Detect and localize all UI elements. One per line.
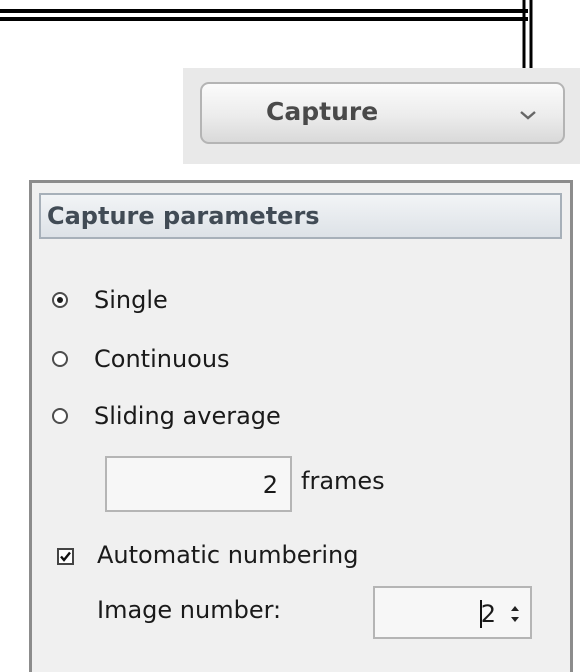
capture-toolbar: Capture (183, 68, 580, 164)
frames-unit-label: frames (301, 467, 385, 495)
capture-parameters-panel: Capture parameters Single Continuous Sli… (29, 180, 573, 672)
chevron-down-icon[interactable] (519, 109, 537, 121)
radio-label-sliding-average: Sliding average (94, 402, 281, 430)
radio-label-single: Single (94, 286, 168, 314)
radio-button[interactable] (52, 351, 68, 367)
frames-input[interactable]: 2 (105, 456, 292, 512)
radio-button[interactable] (52, 408, 68, 424)
capture-button[interactable]: Capture (200, 82, 565, 144)
panel-header: Capture parameters (39, 193, 562, 239)
image-number-value: 2 (480, 600, 496, 628)
automatic-numbering-label: Automatic numbering (97, 541, 359, 569)
image-number-label: Image number: (97, 596, 282, 624)
panel-title: Capture parameters (47, 202, 320, 230)
radio-button[interactable] (52, 292, 68, 308)
image-number-stepper[interactable]: 2 (373, 586, 532, 639)
capture-button-label: Capture (266, 97, 379, 126)
radio-label-continuous: Continuous (94, 345, 230, 373)
spin-arrows-icon[interactable] (508, 602, 522, 626)
automatic-numbering-checkbox[interactable] (57, 548, 74, 565)
checkmark-icon (60, 551, 71, 562)
frames-value: 2 (262, 471, 278, 499)
